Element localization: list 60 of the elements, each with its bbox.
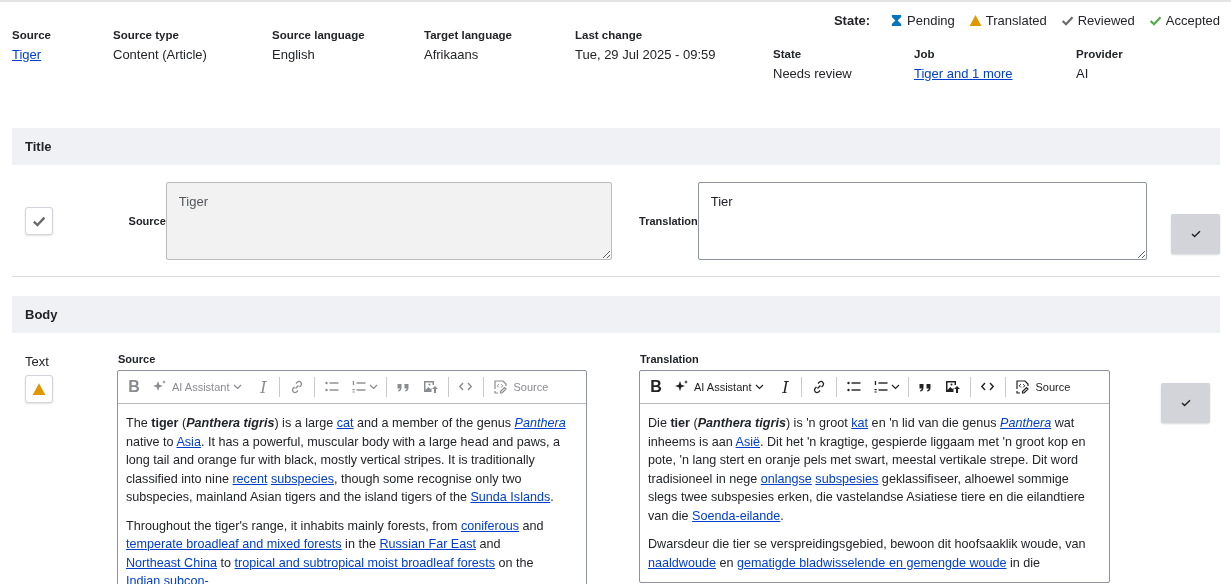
check-icon [1190, 230, 1201, 238]
field-value: Afrikaans [424, 47, 480, 62]
inline-link[interactable]: kat [851, 416, 869, 430]
warning-triangle-icon [968, 14, 982, 27]
source-button[interactable]: Source [1010, 374, 1076, 400]
numbered-list-icon [873, 379, 890, 395]
section-header: Title [12, 128, 1220, 165]
rich-text-editor[interactable] [639, 370, 1110, 583]
inline-link[interactable]: subspesies [815, 471, 879, 486]
field-label: Last change [575, 29, 644, 41]
section-header: Body [12, 296, 1220, 333]
value-link[interactable]: Tiger and 1 more [914, 66, 1013, 81]
field-value: Content (Article) [113, 47, 208, 62]
field-label: Job [914, 48, 936, 60]
inline-link[interactable]: onlangse [760, 471, 812, 486]
field-value: AI [1076, 66, 1090, 81]
italic-button[interactable]: I [773, 374, 798, 400]
legend-label: State: [833, 13, 871, 28]
inline-link[interactable]: Panthera [1000, 416, 1052, 430]
numbered-list-icon [351, 379, 368, 395]
field-label: Provider [1076, 48, 1124, 60]
translation-field[interactable]: Tier [697, 182, 1147, 260]
field-label: Text [25, 354, 50, 369]
translation-label: Translation [639, 215, 698, 227]
source-edit-icon [1015, 379, 1032, 395]
legend-text: Translated [985, 13, 1047, 28]
caret-icon[interactable] [891, 384, 901, 390]
editor-label: Translation [640, 353, 700, 366]
field-label: Source type [113, 29, 180, 41]
check-icon [32, 214, 46, 228]
field-label: Source [12, 29, 52, 41]
value-link[interactable]: Tiger [12, 47, 42, 62]
field-label: Source language [272, 29, 366, 41]
check-icon [1180, 399, 1191, 407]
paragraph: The tiger (Panthera tigris) is a large cat and a member of the genus Panthera native to Asia. It has a powerful, muscular body with a large head and paws, a long tail and orange fur with black, mostly vertical stripes. It is traditionally classified into nine recent subspecies, though some recognise only two subspecies, mainland Asian tigers and the island tigers of the Sunda Islands. [126, 415, 567, 506]
field-value: English [272, 47, 316, 62]
field-value: Needs review [773, 66, 853, 81]
legend-text: Accepted [1165, 13, 1220, 28]
source-label: Source [127, 215, 166, 227]
editor-label: Source [118, 353, 157, 366]
source-edit-icon [493, 379, 510, 395]
field-value: Tue, 29 Jul 2025 - 09:59 [575, 47, 716, 62]
legend-text: Pending [907, 13, 955, 28]
inline-link[interactable]: gematigde bladwisselende en gemengde woude [736, 555, 1007, 570]
field-label: State [773, 48, 803, 60]
check-icon [1060, 14, 1074, 27]
warning-triangle-icon [32, 382, 46, 396]
paragraph: Die tier (Panthera tigris) is 'n groot kat en 'n lid van die genus Panthera wat inheems is aan Asië. Dit het 'n kragtige, gespierde liggaam met 'n groot kop en pote, 'n lang stert en oranje pels met swart, meestal vertikale strepe. Dit word tradisioneel in nege onlangse subspesies geklassifiseer, alhoewel sommige slegs twee subspesies erken, die vastelandse Asiatiese tiere en die eilandtiere van die Soenda-eilande. [648, 415, 1087, 525]
check-icon [1148, 14, 1162, 27]
hourglass-icon [890, 14, 904, 27]
image-upload-icon [945, 379, 962, 395]
inline-link[interactable]: Asië [735, 434, 760, 449]
field-label: Target language [424, 29, 513, 41]
bold-button[interactable]: B [644, 374, 668, 400]
inline-link[interactable]: naaldwoude [648, 555, 716, 570]
image-upload-icon [423, 379, 440, 395]
legend-text: Reviewed [1077, 13, 1135, 28]
caret-icon[interactable] [755, 384, 765, 390]
ai-assistant-button[interactable]: AI Assistant [669, 374, 757, 400]
paragraph: Dwarsdeur die tier se verspreidingsgebied, bewoon dit hoofsaaklik woude, van naaldwoude en gematigde bladwisselende en gemengde woude in die [648, 536, 1087, 572]
